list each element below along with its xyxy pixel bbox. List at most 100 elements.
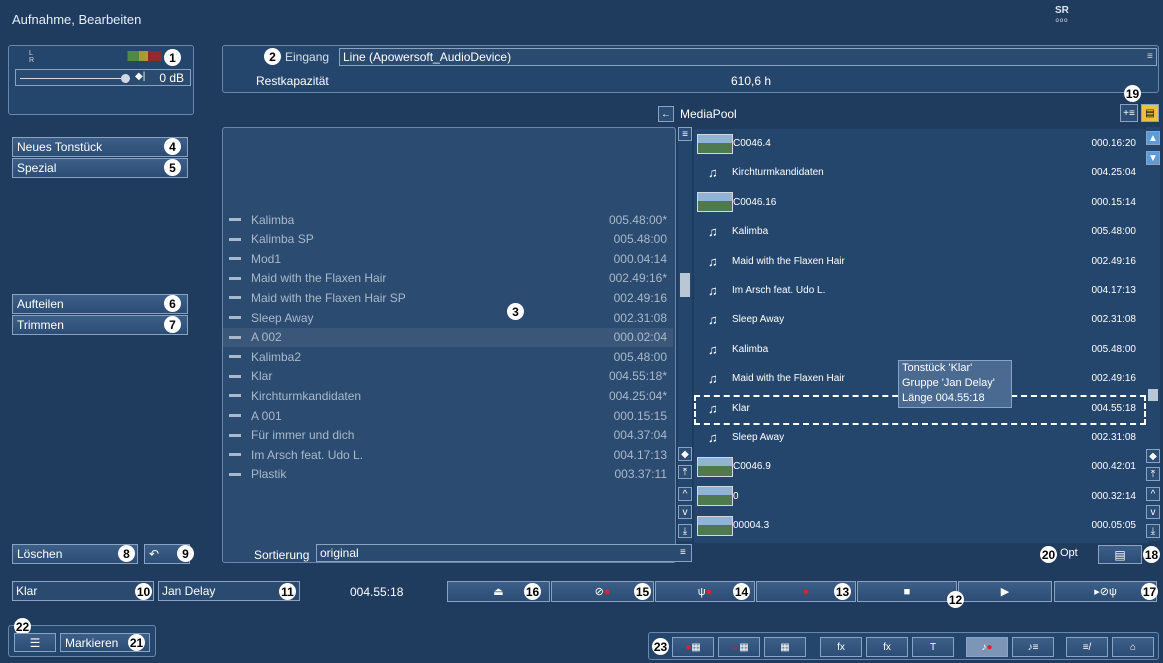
recording-list-item[interactable]: Kirchturmkandidaten 004.25:04* [223,386,673,405]
scroll-thumb[interactable] [680,273,690,297]
trim-button[interactable]: Trimmen [12,315,188,335]
video-thumbnail [697,486,733,507]
mediapool-item[interactable]: ♫ Im Arsch feat. Udo L. 004.17:13 [694,276,1144,305]
recording-duration: 004.37:04 [613,428,667,443]
menu-icon[interactable]: ≡ [1147,51,1153,62]
scroll-down-icon[interactable]: v [678,505,692,519]
left-scrollbar[interactable]: ≡ ◆ ⤒ ^ v ⤓ [678,127,692,541]
recording-list-item[interactable]: Plastik 003.37:11 [223,465,673,484]
mediapool-item[interactable]: C0046.4 000.16:20 [694,129,1144,158]
minus-icon [229,276,241,280]
recording-list-item[interactable]: Kalimba2 005.48:00 [223,347,673,366]
nav-record-menu[interactable]: ●▦ [672,637,714,657]
add-list-icon[interactable]: +≡ [1120,104,1138,122]
scroll-top-icon-right[interactable]: ⤒ [1146,467,1160,481]
mediapool-item-duration: 000.15:14 [1091,196,1137,208]
badge-7: 7 [164,316,181,333]
split-button[interactable]: Aufteilen [12,294,188,314]
nav-edit[interactable]: ≡/ [1066,637,1108,657]
mediapool-item-name: Maid with the Flaxen Hair [732,373,845,385]
recording-list-item[interactable]: Sleep Away 002.31:08 [223,308,673,327]
special-button[interactable]: Spezial [12,158,188,178]
recording-list-item[interactable]: Für immer und dich 004.37:04 [223,426,673,445]
volume-slider[interactable]: ◆| 0 dB [15,69,191,86]
nav-title[interactable]: T [912,637,954,657]
back-arrow-icon[interactable]: ← [658,106,674,122]
scroll-step-icon-right[interactable]: ◆ [1146,449,1160,463]
nav-fx-1[interactable]: fx [820,637,862,657]
scroll-bottom-icon-right[interactable]: ⤓ [1146,524,1160,538]
scroll-step-icon[interactable]: ◆ [678,447,692,461]
mediapool-item-duration: 005.48:00 [1091,226,1137,238]
recording-list-item[interactable]: A 002 000.02:04 [223,327,673,347]
mediapool-item[interactable]: ♫ Sleep Away 002.31:08 [694,305,1144,334]
scroll-bottom-icon[interactable]: ⤓ [678,524,692,538]
settings-button[interactable]: ☰ [14,633,56,652]
nav-storyboard[interactable]: ▦ [764,637,806,657]
new-track-button[interactable]: Neues Tonstück [12,137,188,157]
recording-list-item[interactable]: Klar 004.55:18* [223,367,673,386]
recording-name: Maid with the Flaxen Hair [251,271,387,286]
recording-name: Kalimba SP [251,232,314,247]
opt-button[interactable]: Opt [1060,547,1078,559]
recording-list[interactable]: Kalimba 005.48:00* Kalimba SP 005.48:00 Mod1… [222,127,676,563]
scroll-down-icon-right[interactable]: v [1146,505,1160,519]
minus-icon [229,414,241,417]
recording-list-item[interactable]: Kalimba 005.48:00* [223,210,673,229]
mediapool-item[interactable]: ♫ Kirchturmkandidaten 004.25:04 [694,158,1144,187]
recording-name: A 001 [251,408,282,423]
list-view-icon[interactable]: ≡ [678,127,692,141]
mediapool-item[interactable]: 0 000.32:14 [694,482,1144,511]
scroll-up-icon-right[interactable]: ^ [1146,487,1160,501]
recording-name: Kirchturmkandidaten [251,388,362,403]
scroll-down-blue-icon[interactable]: ▼ [1146,151,1160,165]
mediapool-item[interactable]: ♫ Maid with the Flaxen Hair 002.49:16 [694,247,1144,276]
badge-9: 9 [177,545,194,562]
stop-icon: ■ [903,585,911,598]
mediapool-item-name: Maid with the Flaxen Hair [732,255,845,267]
print-button[interactable]: ▤ [1098,545,1142,564]
input-select[interactable]: Line (Apowersoft_AudioDevice) [339,48,1157,66]
mediapool-item-duration: 002.31:08 [1091,314,1137,326]
mediapool-item[interactable]: ♫ Sleep Away 002.31:08 [694,423,1144,452]
audio-list-icon: ♪≡ [1027,641,1039,653]
minus-icon [229,394,241,398]
printer-icon[interactable]: ▤ [1141,104,1159,122]
scroll-up-icon[interactable]: ^ [678,487,692,501]
badge-23: 23 [652,638,669,655]
mediapool-item-name: 0 [733,490,739,502]
recording-list-item[interactable]: Im Arsch feat. Udo L. 004.17:13 [223,445,673,464]
mediapool-item[interactable]: ♫ Kalimba 005.48:00 [694,217,1144,246]
recording-list-item[interactable]: A 001 000.15:15 [223,406,673,425]
minus-icon [229,218,241,221]
scroll-thumb-right[interactable] [1148,389,1158,401]
nav-import[interactable]: →▦ [718,637,760,657]
scroll-top-icon[interactable]: ⤒ [678,465,692,479]
recording-list-item[interactable]: Maid with the Flaxen Hair SP 002.49:16 [223,288,673,307]
right-scrollbar[interactable]: ▲ ▼ ◆ ⤒ ^ v ⤓ [1146,127,1160,541]
mediapool-item[interactable]: C0046.16 000.15:14 [694,188,1144,217]
nav-fx-2[interactable]: fx [866,637,908,657]
nav-audio-list[interactable]: ♪≡ [1012,637,1054,657]
recording-list-item[interactable]: Kalimba SP 005.48:00 [223,230,673,249]
scroll-up-blue-icon[interactable]: ▲ [1146,131,1160,145]
mediapool-item[interactable]: C0046.9 000.42:01 [694,452,1144,481]
mediapool-list[interactable]: C0046.4 000.16:20 ♫ Kirchturmkandidaten 004.… [694,129,1148,543]
audio-record-icon: ♪● [981,641,993,653]
track-name-field[interactable]: Klar [12,581,154,601]
nav-home[interactable]: ⌂ [1112,637,1154,657]
recording-list-item[interactable]: Mod1 000.04:14 [223,249,673,268]
sort-menu-icon[interactable]: ≡ [680,547,686,558]
badge-17: 17 [1141,583,1158,600]
play-button[interactable]: ▶ [958,581,1052,602]
nav-audio-record[interactable]: ♪● [966,637,1008,657]
recording-duration: 002.49:16* [608,271,667,286]
recording-list-item[interactable]: Maid with the Flaxen Hair 002.49:16* [223,269,673,288]
video-thumbnail [697,133,733,154]
mediapool-item[interactable]: 00004.3 000.05:05 [694,511,1144,540]
title-icon: T [929,641,937,653]
fx-icon: fx [837,641,845,653]
sort-select[interactable]: original [316,544,692,562]
video-thumbnail [697,456,733,477]
stop-button[interactable]: ■ [857,581,957,602]
